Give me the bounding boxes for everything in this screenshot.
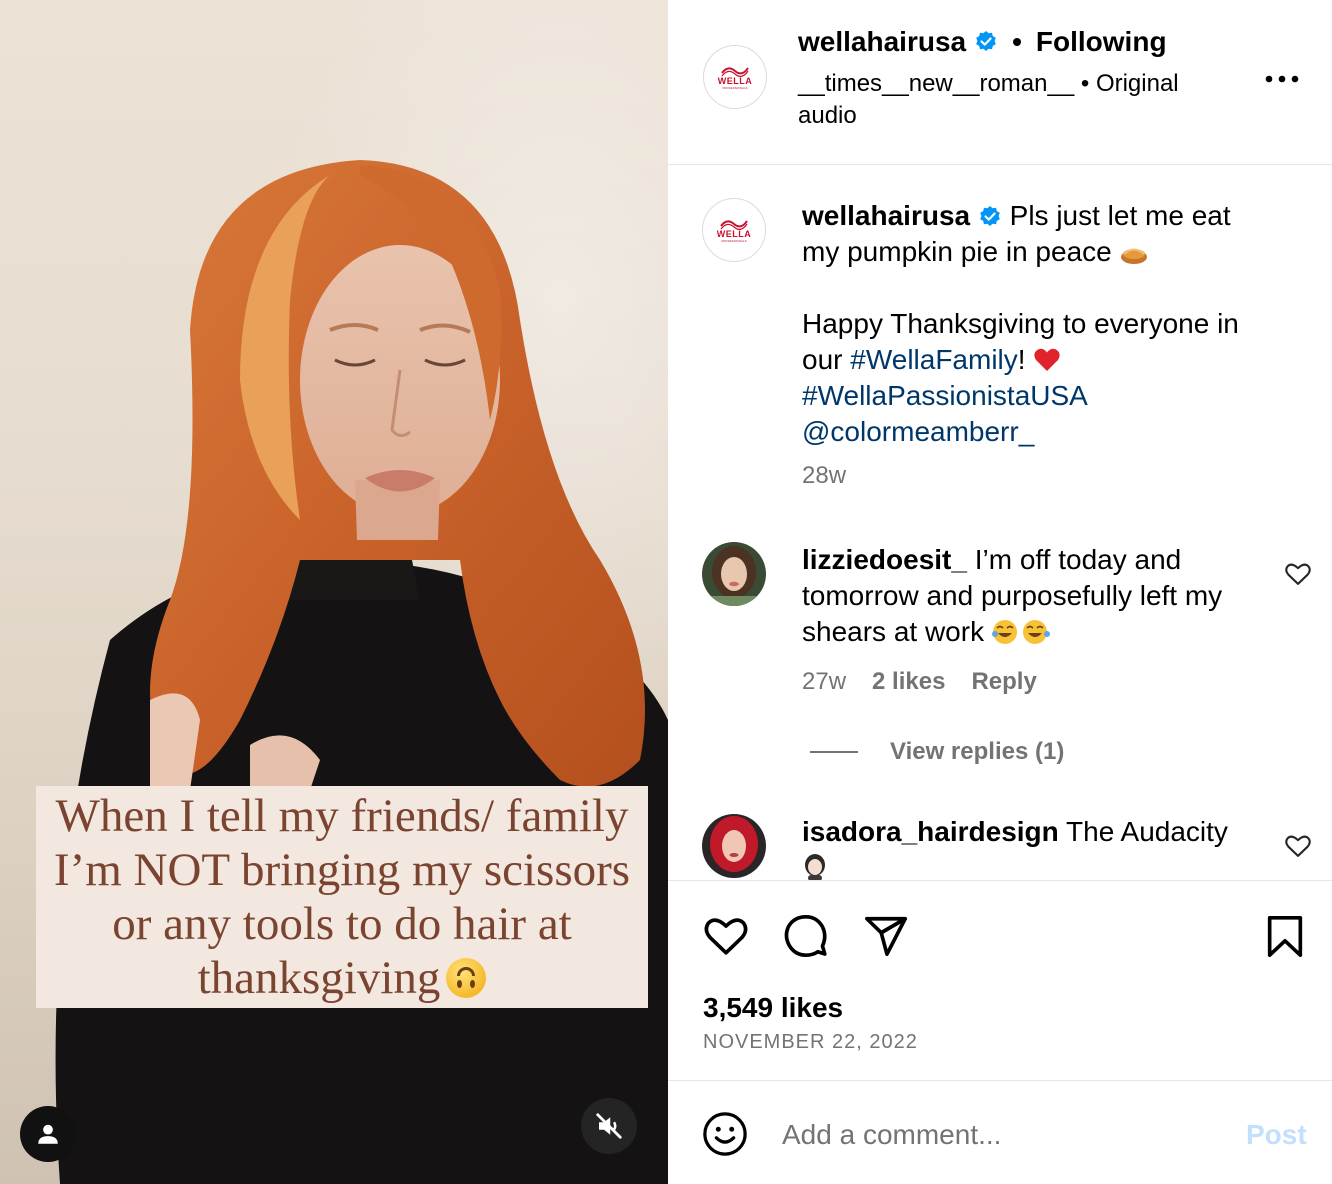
post-caption: WELLA PROFESSIONALS wellahairusa Pls jus… [668,198,1332,528]
separator-dot: • [1012,26,1022,57]
wella-logo-icon [721,66,749,77]
reply-button[interactable]: Reply [971,668,1036,696]
like-heart-icon[interactable] [703,913,749,959]
emoji-picker-smiley-icon[interactable] [702,1111,748,1157]
muted-speaker-icon [596,1113,622,1139]
commenter-photo [702,542,766,606]
video-text-overlay: When I tell my friends/ family I’m NOT b… [36,786,648,1008]
like-comment-heart-icon[interactable] [1284,832,1312,860]
comment-bubble-icon[interactable] [783,913,829,959]
comment-item: lizziedoesit_ I’m off today and tomorrow… [668,542,1332,772]
audio-user-link[interactable]: __times__new__roman__ [798,70,1074,97]
comments-scroll-area[interactable]: WELLA PROFESSIONALS wellahairusa Pls jus… [668,166,1332,880]
caption-username-link[interactable]: wellahairusa [802,200,970,231]
comment-composer: Post [668,1080,1332,1184]
caption-text: wellahairusa Pls just let me eat my pump… [802,198,1262,450]
header-title-row: wellahairusa • Following [798,26,1167,58]
reel-video[interactable]: When I tell my friends/ family I’m NOT b… [0,0,668,1184]
comment-text: isadora_hairdesign The Audacity [802,814,1262,880]
comment-item: isadora_hairdesign The Audacity [668,814,1332,880]
commenter-avatar[interactable] [702,542,766,606]
post-header: WELLA PROFESSIONALS wellahairusa • Follo… [668,0,1332,165]
like-count[interactable]: 3,549 likes [703,992,843,1024]
tears-of-joy-emoji-icon [991,620,1050,644]
caption-avatar[interactable]: WELLA PROFESSIONALS [702,198,766,262]
avatar-sub-text: PROFESSIONALS [722,85,748,90]
save-bookmark-icon[interactable] [1262,913,1308,959]
comment-text: lizziedoesit_ I’m off today and tomorrow… [802,542,1262,650]
comment-likes-link[interactable]: 2 likes [872,668,945,696]
user-icon [38,1124,58,1144]
tagged-users-button[interactable] [20,1106,76,1162]
more-options-icon [1265,75,1299,83]
comment-body: The Audacity [1066,816,1228,847]
verified-badge-icon [980,206,1000,226]
pie-emoji-icon [1120,248,1147,264]
comment-timestamp[interactable]: 27w [802,668,846,696]
mention-colormeamberr-link[interactable]: @colormeamberr_ [802,416,1034,447]
avatar-brand-text: WELLA [717,75,753,86]
overlay-caption: When I tell my friends/ family I’m NOT b… [53,790,631,1004]
caption-punctuation: ! [1017,344,1026,375]
verified-badge-icon [976,31,996,51]
post-date[interactable]: NOVEMBER 22, 2022 [703,1031,918,1054]
comment-input[interactable] [782,1115,1212,1155]
comment-username-link[interactable]: isadora_hairdesign [802,816,1059,847]
post-actions: 3,549 likes NOVEMBER 22, 2022 [668,880,1332,1080]
post-comment-button[interactable]: Post [1246,1119,1307,1151]
avatar-brand-text: WELLA [716,228,752,239]
comment-username-link[interactable]: lizziedoesit_ [802,544,967,575]
audio-info: __times__new__roman__ • Original audio [798,68,1228,132]
caption-timestamp[interactable]: 28w [802,462,846,490]
caption-meta: 28w [802,462,846,490]
following-button[interactable]: Following [1036,26,1167,58]
header-username-link[interactable]: wellahairusa [798,26,966,58]
share-paper-plane-icon[interactable] [863,913,909,959]
view-replies-button[interactable]: View replies (1) [810,738,1064,766]
hashtag-wellafamily-link[interactable]: #WellaFamily [850,344,1018,375]
more-options-button[interactable] [1262,64,1302,92]
hashtag-wellapassionistausa-link[interactable]: #WellaPassionistaUSA [802,380,1088,411]
woman-emoji-icon [805,854,825,880]
mute-toggle-button[interactable] [581,1098,637,1154]
separator-dot: • [1080,70,1096,97]
replies-divider-line [810,751,858,753]
upside-down-face-emoji-icon [446,958,487,998]
commenter-photo [702,814,766,878]
commenter-avatar[interactable] [702,814,766,878]
avatar[interactable]: WELLA PROFESSIONALS [703,45,767,109]
wella-logo-icon [720,219,748,230]
comment-meta: 27w 2 likes Reply [802,668,1037,696]
view-replies-label: View replies (1) [890,738,1065,765]
post-details-panel: WELLA PROFESSIONALS wellahairusa • Follo… [668,0,1332,1184]
avatar-sub-text: PROFESSIONALS [721,238,747,243]
like-comment-heart-icon[interactable] [1284,560,1312,588]
red-heart-emoji-icon [1034,348,1060,371]
